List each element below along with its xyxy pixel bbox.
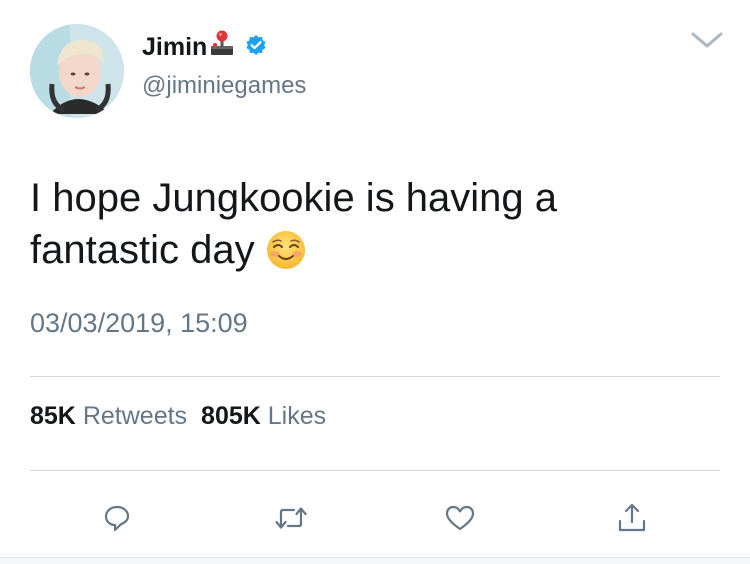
tweet-text-line-2: fantastic day [30,224,720,284]
reply-icon[interactable] [99,500,135,536]
divider [30,376,720,377]
smiling-face-emoji [265,229,307,284]
likes-label: Likes [267,402,327,430]
avatar[interactable] [30,24,124,118]
tweet-stats: 85K Retweets 805K Likes [30,402,326,431]
joystick-icon [209,29,235,62]
likes-count: 805K [201,402,261,430]
display-name-row[interactable]: Jimin [142,30,267,64]
retweets-label: Retweets [82,402,188,430]
likes-stat[interactable]: 805K Likes [201,402,326,430]
tweet-text-line: I hope Jungkookie is having a [30,176,558,220]
tweet-actions [0,500,750,536]
retweets-stat[interactable]: 85K Retweets [30,402,187,430]
user-handle[interactable]: @jiminiegames [142,72,306,100]
tweet-timestamp[interactable]: 03/03/2019, 15:09 [30,308,248,339]
verified-badge-icon [245,34,267,61]
tweet-text-line: fantastic day [30,228,255,272]
divider [30,470,720,471]
retweets-count: 85K [30,402,76,430]
profile-photo [30,24,124,118]
display-name[interactable]: Jimin [142,33,207,62]
like-icon[interactable] [442,500,478,536]
tweet-text: I hope Jungkookie is having a fantastic … [30,172,720,284]
share-icon[interactable] [614,500,650,536]
retweet-icon[interactable] [273,500,309,536]
chevron-down-icon[interactable] [690,30,724,50]
